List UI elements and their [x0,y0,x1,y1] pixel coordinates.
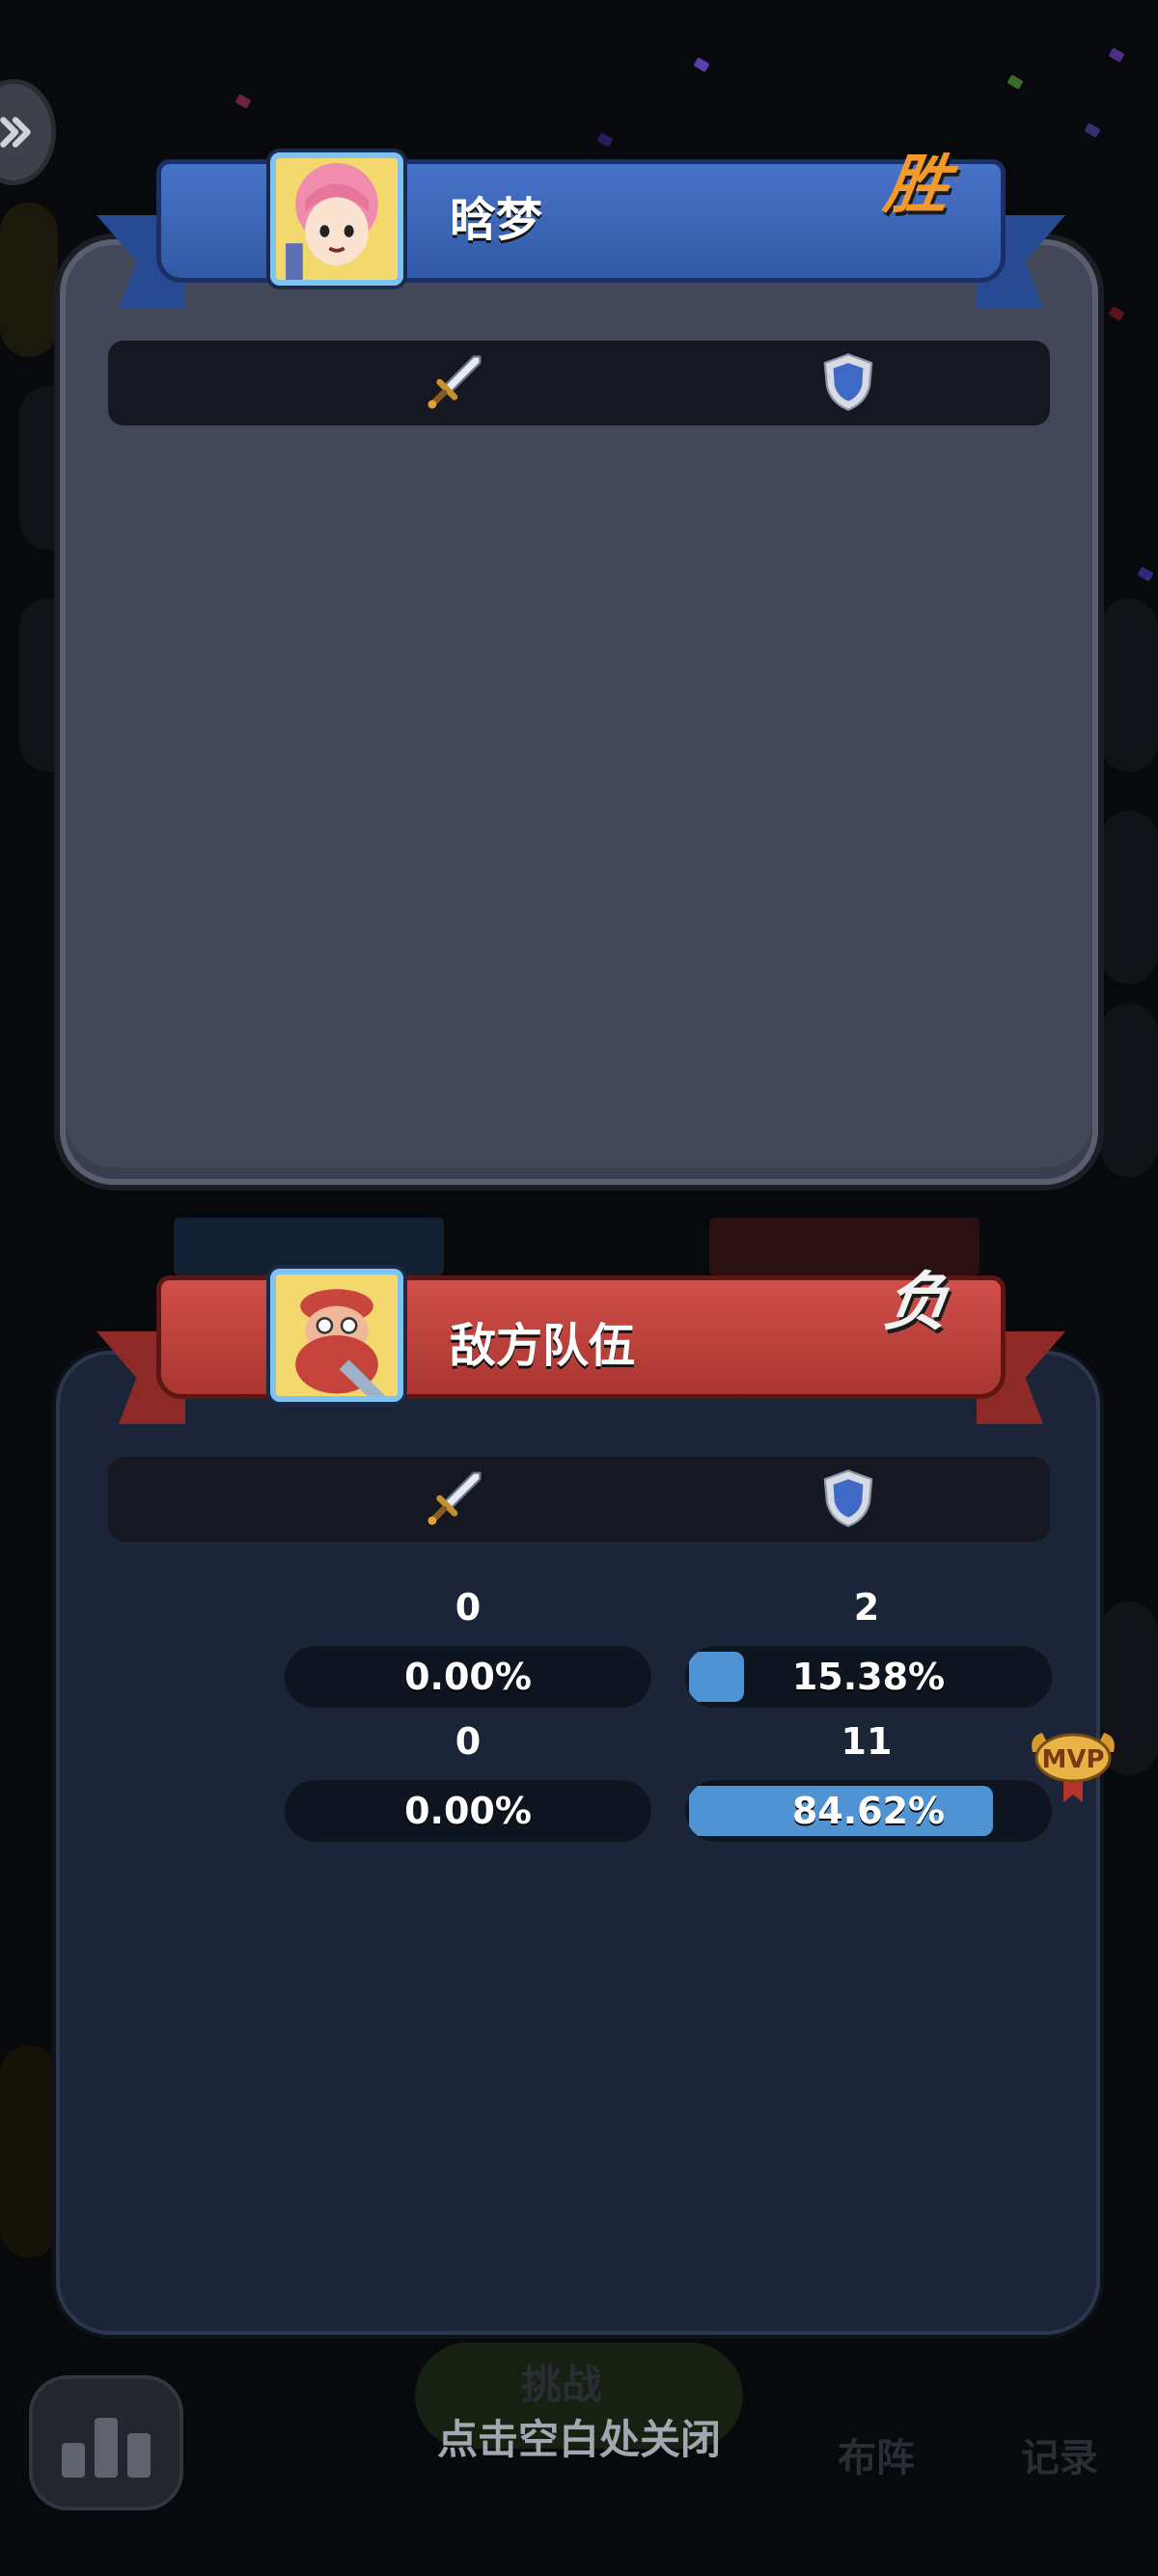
shield-icon [823,1469,873,1527]
sword-icon [427,1471,482,1525]
row1-tank-value: 2 [853,1586,880,1629]
pink-haired-girl-avatar-icon [276,158,398,280]
mvp-badge-icon: MVP [1032,1733,1115,1802]
row1-tank-percent: 15.38% [791,1656,946,1698]
sword-icon [427,355,482,409]
winning-team-name: 晗梦 [450,193,543,247]
row1-damage-bar: 0.00% [285,1646,651,1708]
row2-tank-percent: 84.62% [791,1790,946,1832]
team-avatar-pink-haired-girl [270,152,403,286]
winning-team-stat-header [108,341,1050,425]
losing-team-name: 敌方队伍 [450,1319,636,1373]
tap-to-close-hint[interactable]: 点击空白处关闭 [0,2407,1158,2466]
shield-icon [823,353,873,411]
victory-label: 胜 [879,147,954,222]
row2-tank-value: 11 [841,1720,893,1763]
row1-damage-percent: 0.00% [404,1656,532,1698]
row1-damage-value: 0 [455,1586,482,1629]
losing-team-stat-header [108,1457,1050,1542]
row2-damage-bar: 0.00% [285,1780,651,1842]
red-bearded-dwarf-avatar-icon [276,1274,398,1396]
row2-tank-bar: 84.62% [685,1780,1052,1842]
team-avatar-red-bearded-dwarf [270,1269,403,1402]
row2-damage-percent: 0.00% [404,1790,532,1832]
row1-tank-bar: 15.38% [685,1646,1052,1708]
defeat-label: 负 [879,1264,954,1339]
challenge-label: 挑战 [521,2361,603,2408]
mvp-badge-label: MVP [1041,1745,1104,1774]
row2-damage-value: 0 [455,1720,482,1763]
double-chevron-right-icon [0,117,31,148]
